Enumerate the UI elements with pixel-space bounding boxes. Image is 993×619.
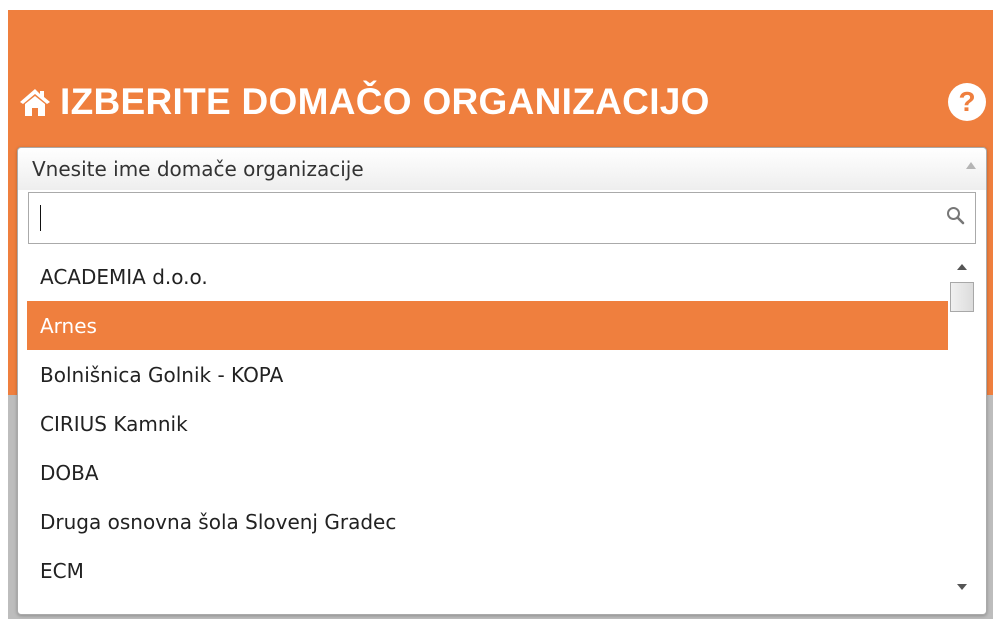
scroll-down-arrow-icon[interactable] [957, 584, 967, 590]
scrollbar[interactable] [948, 252, 976, 604]
search-input[interactable] [35, 197, 939, 241]
list-item[interactable]: DOBA [27, 448, 948, 497]
list-item[interactable]: CIRIUS Kamnik [27, 399, 948, 448]
scrollbar-thumb[interactable] [950, 282, 974, 312]
list-item-highlighted[interactable]: Arnes [27, 301, 948, 350]
question-circle-icon[interactable]: ? [948, 83, 986, 121]
page: IZBERITE DOMAČO ORGANIZACIJO ? Vnesite i… [0, 0, 993, 619]
chevron-up-icon[interactable] [966, 162, 976, 169]
page-title: IZBERITE DOMAČO ORGANIZACIJO [60, 81, 710, 122]
organization-select-dropdown[interactable]: Vnesite ime domače organizacije ACADEMIA… [17, 147, 987, 615]
list-item[interactable]: Bolnišnica Golnik - KOPA [27, 350, 948, 399]
scroll-up-arrow-icon[interactable] [957, 264, 967, 270]
list-item[interactable]: ECM [27, 546, 948, 595]
list-item[interactable]: Druga osnovna šola Slovenj Gradec [27, 497, 948, 546]
list-item[interactable]: ACADEMIA d.o.o. [27, 252, 948, 301]
text-caret [40, 205, 41, 231]
results-list[interactable]: ACADEMIA d.o.o. Arnes Bolnišnica Golnik … [27, 252, 948, 602]
home-icon [16, 83, 54, 121]
dropdown-label: Vnesite ime domače organizacije [32, 157, 364, 181]
dropdown-header[interactable]: Vnesite ime domače organizacije [18, 148, 986, 190]
search-icon [945, 205, 967, 227]
title-bar: IZBERITE DOMAČO ORGANIZACIJO ? [16, 76, 986, 128]
search-box[interactable] [28, 192, 976, 244]
